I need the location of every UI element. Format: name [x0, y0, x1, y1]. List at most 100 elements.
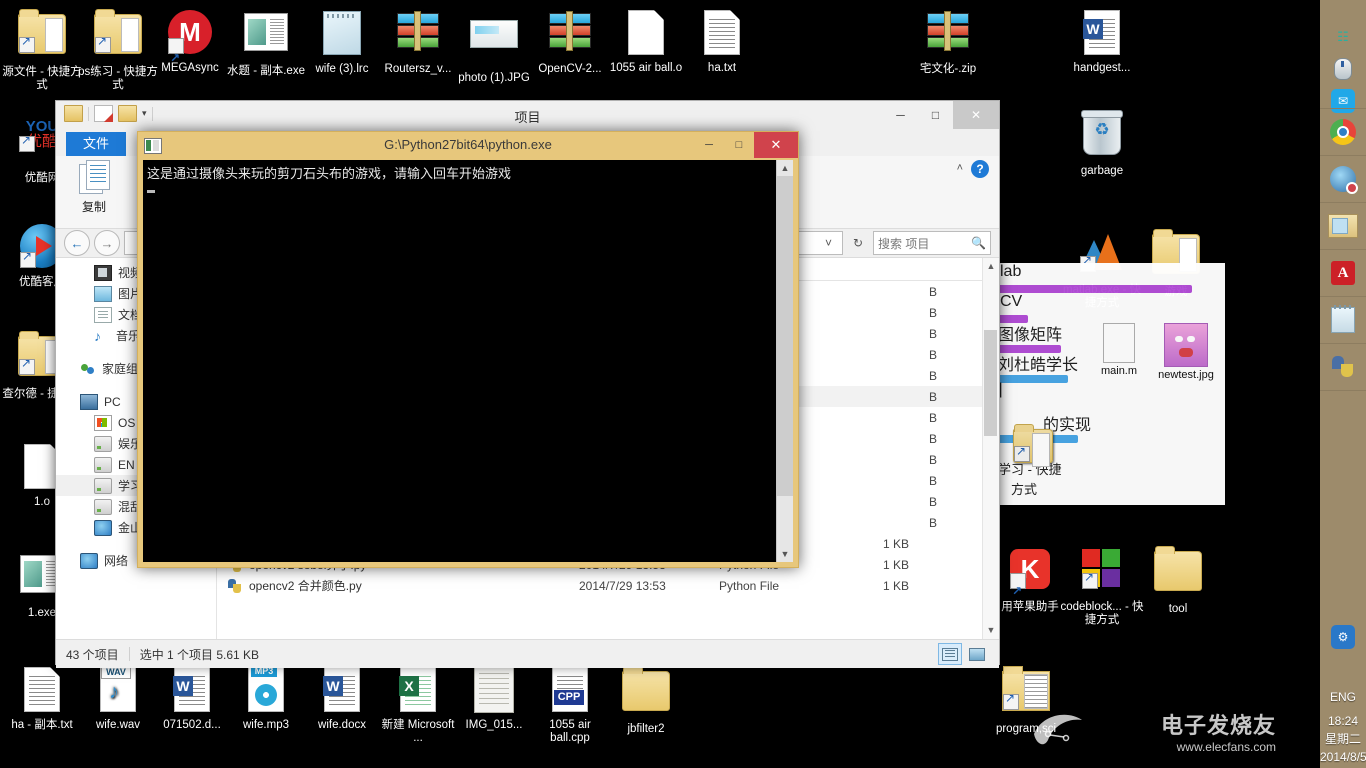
- note-window[interactable]: lab CV 图像矩阵 刘杜皓学长 ] 的实现 学习 - 快捷 方式 main.…: [995, 263, 1225, 505]
- scroll-down-icon[interactable]: ▼: [983, 622, 999, 639]
- table-row[interactable]: opencv2 合并颜色.py 2014/7/29 13:53 Python F…: [217, 575, 999, 596]
- selection-info: 选中 1 个项目 5.61 KB: [140, 646, 259, 663]
- desktop-icon-ha-copy-txt[interactable]: ha - 副本.txt: [0, 665, 84, 732]
- maximize-button[interactable]: □: [724, 132, 754, 158]
- desktop-icon-megasync[interactable]: M MEGAsync: [148, 8, 232, 75]
- desktop-icon-opencv-zip[interactable]: OpenCV-2...: [528, 8, 612, 76]
- maximize-button[interactable]: □: [918, 101, 953, 129]
- scrollbar-thumb[interactable]: [777, 176, 793, 496]
- note-folder-icon[interactable]: [1013, 423, 1053, 463]
- taskbar[interactable]: ☷ ✉ A ◀ ⚙ ENG 18:24 星期二 2014/8/5: [1320, 0, 1366, 768]
- item-count: 43 个项目: [66, 646, 119, 663]
- taskbar-button-python[interactable]: [1320, 343, 1366, 391]
- tab-file[interactable]: 文件: [66, 132, 126, 156]
- scroll-up-icon[interactable]: ▲: [983, 258, 999, 275]
- note-text-matrix: 图像矩阵: [998, 321, 1062, 345]
- homegroup-icon: [80, 362, 96, 376]
- desktop-icon-jbfilter2[interactable]: jbfilter2: [604, 665, 688, 736]
- drive-icon: [94, 499, 112, 515]
- desktop-icon-shuiti-exe[interactable]: 水题 - 副本.exe: [224, 8, 308, 78]
- file-explorer-icon: [1328, 214, 1358, 238]
- tray-expand-icon[interactable]: ⚙: [1320, 618, 1366, 656]
- back-button[interactable]: ←: [64, 230, 90, 256]
- minimize-button[interactable]: ─: [694, 132, 724, 158]
- desktop-icon-airball-o[interactable]: 1055 air ball.o: [604, 8, 688, 75]
- search-icon: 🔍: [971, 236, 986, 250]
- console-output-area[interactable]: 这是通过摄像头来玩的剪刀石头布的游戏，请输入回车开始游戏 ▲ ▼: [143, 160, 793, 562]
- desktop-icon-wife-mp3[interactable]: MP3 wife.mp3: [224, 665, 308, 732]
- search-input[interactable]: 搜索 项目 🔍: [873, 231, 991, 255]
- scroll-up-icon[interactable]: ▲: [777, 160, 793, 176]
- copy-button[interactable]: 复制: [66, 160, 122, 215]
- recycle-bin-icon: [1078, 113, 1126, 161]
- desktop-icon-071502-doc[interactable]: W 071502.d...: [150, 665, 234, 732]
- chrome-icon: [1330, 119, 1356, 145]
- desktop-icon-airball-cpp[interactable]: CPP 1055 air ball.cpp: [528, 665, 612, 745]
- scrollbar-thumb[interactable]: [984, 330, 997, 436]
- console-scrollbar[interactable]: ▲ ▼: [776, 160, 793, 562]
- desktop-icon-wife-docx[interactable]: W wife.docx: [300, 665, 384, 732]
- desktop-icon-wife-lrc[interactable]: wife (3).lrc: [300, 8, 384, 76]
- view-mode-buttons[interactable]: [938, 643, 989, 665]
- file-size-cell: 1 KB: [849, 579, 909, 593]
- network-icon: [80, 553, 98, 569]
- scroll-down-icon[interactable]: ▼: [777, 546, 793, 562]
- collapse-ribbon-icon[interactable]: ˄: [957, 162, 963, 174]
- note-icon-newtest-jpg[interactable]: newtest.jpg: [1155, 323, 1217, 381]
- note-icon-main-m[interactable]: main.m: [1088, 323, 1150, 377]
- desktop-icon-img015[interactable]: IMG_015...: [452, 665, 536, 732]
- taskbar-button-notepad[interactable]: [1320, 296, 1366, 344]
- close-button[interactable]: ✕: [754, 132, 798, 158]
- notepad-icon: [1331, 307, 1355, 333]
- taskbar-button-chrome[interactable]: [1320, 108, 1366, 156]
- desktop-icon-routersz[interactable]: Routersz_v...: [376, 8, 460, 76]
- desktop-icon-tool-folder[interactable]: tool: [1136, 545, 1220, 616]
- console-title-bar[interactable]: G:\Python27bit64\python.exe ─ □ ✕: [138, 132, 798, 160]
- file-list-scrollbar[interactable]: ▲ ▼: [982, 258, 999, 639]
- details-view-button[interactable]: [938, 643, 962, 665]
- desktop-icon-ha-txt[interactable]: ha.txt: [680, 8, 764, 75]
- file-size-cell: B: [877, 327, 937, 341]
- desktop-icon-handgest-doc[interactable]: W handgest...: [1060, 8, 1144, 75]
- note-text-senior: 刘杜皓学长: [998, 351, 1078, 375]
- console-window-buttons[interactable]: ─ □ ✕: [694, 132, 798, 158]
- mp3-audio-icon: MP3: [242, 667, 290, 715]
- desktop-icon-wife-wav[interactable]: WAV♪ wife.wav: [76, 665, 160, 732]
- refresh-button[interactable]: ↻: [847, 236, 869, 250]
- watermark-text: 电子发烧友: [1161, 713, 1276, 738]
- image-file-icon: newtest.jpg: [1158, 369, 1214, 381]
- explorer-title-bar[interactable]: ▾ 项目 ─ □ ✕: [56, 101, 999, 132]
- forward-button[interactable]: →: [94, 230, 120, 256]
- os-drive-icon: [94, 415, 112, 431]
- address-dropdown-icon[interactable]: ˅: [825, 236, 838, 250]
- folder-shortcut-icon: [18, 14, 66, 62]
- python-icon: [1331, 355, 1355, 379]
- explorer-window-buttons[interactable]: ─ □ ✕: [883, 101, 999, 129]
- status-bar: 43 个项目 选中 1 个项目 5.61 KB: [56, 639, 999, 668]
- file-size-cell: B: [877, 369, 937, 383]
- sidebar-item-label: 网络: [104, 552, 128, 569]
- desktop-icon-zhaiwenhua-zip[interactable]: 宅文化-.zip: [906, 8, 990, 76]
- language-indicator[interactable]: ENG: [1320, 688, 1366, 706]
- watermark: 电子发烧友 www.elecfans.com: [1161, 708, 1276, 754]
- desktop-icon-codeblocks-shortcut[interactable]: codeblock... - 快捷方式: [1060, 545, 1144, 627]
- word-document-icon: W: [318, 667, 366, 715]
- note-text-lab: lab: [1000, 263, 1021, 281]
- desktop-icon-source-shortcut[interactable]: 源文件 - 快捷方式: [0, 8, 84, 92]
- close-button[interactable]: ✕: [953, 101, 999, 129]
- watermark-url: www.elecfans.com: [1161, 740, 1276, 754]
- minimize-button[interactable]: ─: [883, 101, 918, 129]
- taskbar-button-explorer[interactable]: [1320, 202, 1366, 250]
- desktop-icon-photo-jpg[interactable]: photo (1).JPG: [452, 8, 536, 85]
- clock-area[interactable]: ENG 18:24 星期二 2014/8/5: [1320, 688, 1366, 766]
- system-tray[interactable]: ☷ ✉: [1320, 0, 1366, 118]
- help-icon[interactable]: ?: [971, 160, 989, 178]
- large-icons-view-button[interactable]: [965, 643, 989, 665]
- python-console-window[interactable]: G:\Python27bit64\python.exe ─ □ ✕ 这是通过摄像…: [137, 131, 799, 568]
- desktop-icon-new-excel[interactable]: X 新建 Microsoft ...: [376, 665, 460, 745]
- taskbar-button-sogou[interactable]: [1320, 155, 1366, 203]
- desktop-icon-garbage[interactable]: garbage: [1060, 110, 1144, 178]
- file-size-cell: 1 KB: [849, 558, 909, 572]
- taskbar-button-adobe[interactable]: A: [1320, 249, 1366, 297]
- file-name-cell: opencv2 合并颜色.py: [249, 577, 579, 594]
